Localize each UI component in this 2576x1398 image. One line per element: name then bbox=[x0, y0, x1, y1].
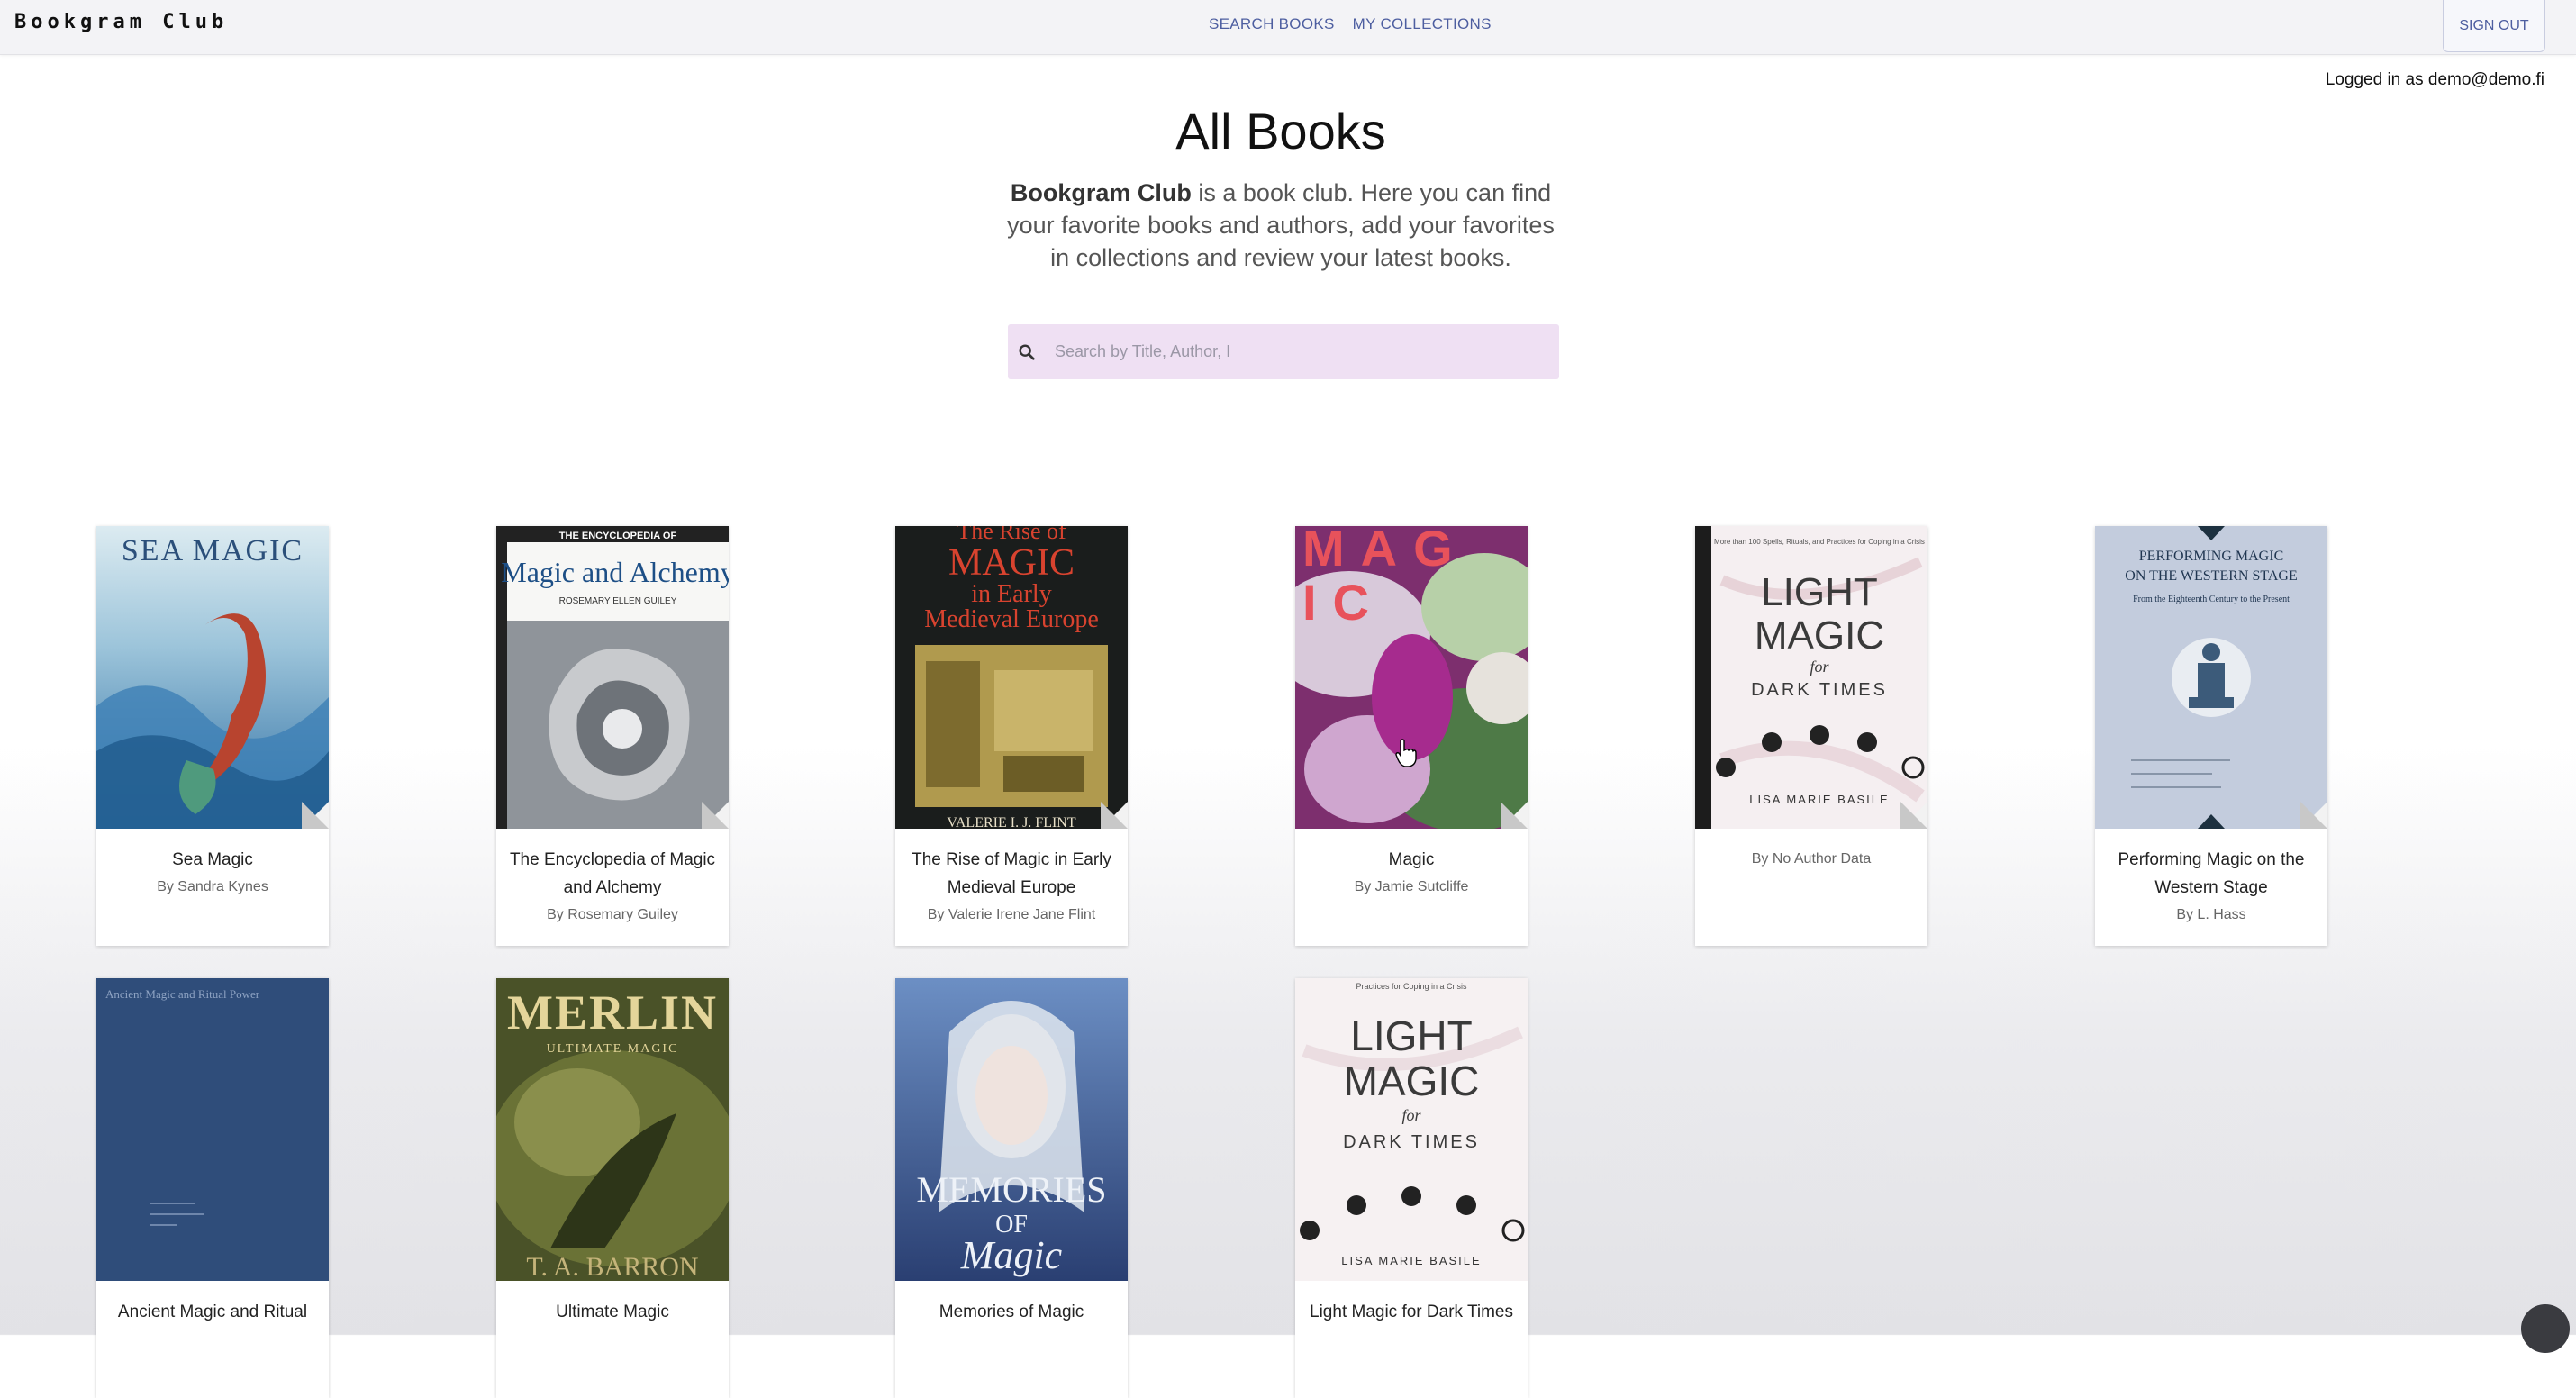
cover-title: MERLIN bbox=[507, 985, 718, 1039]
page-curl bbox=[302, 802, 329, 829]
cover-author: LISA MARIE BASILE bbox=[1749, 793, 1889, 806]
cover-top-text: Practices for Coping in a Crisis bbox=[1356, 982, 1467, 991]
book-author: By Jamie Sutcliffe bbox=[1354, 879, 1469, 894]
search-icon bbox=[1019, 343, 1035, 360]
cover-title-line2: IC bbox=[1302, 574, 1385, 631]
main-nav: SEARCH BOOKS MY COLLECTIONS bbox=[1209, 15, 1492, 33]
cover-title-line1: MAG bbox=[1302, 526, 1469, 576]
cover-author: T. A. BARRON bbox=[526, 1252, 698, 1281]
cover-title-line3: for bbox=[1401, 1106, 1421, 1124]
cover-author: LISA MARIE BASILE bbox=[1341, 1254, 1481, 1267]
book-card[interactable]: More than 100 Spells, Rituals, and Pract… bbox=[1695, 526, 1927, 946]
cover-title-line2: MAGIC bbox=[1344, 1058, 1480, 1104]
cover-top-text: THE ENCYCLOPEDIA OF bbox=[559, 531, 677, 541]
book-cover[interactable]: THE ENCYCLOPEDIA OF Magic and Alchemy RO… bbox=[496, 526, 729, 829]
cover-title-line3: for bbox=[1810, 658, 1829, 676]
book-card[interactable]: Practices for Coping in a Crisis LIGHT M… bbox=[1295, 978, 1528, 1398]
book-title: Ancient Magic and Ritual bbox=[117, 1303, 308, 1321]
nav-search-books[interactable]: SEARCH BOOKS bbox=[1209, 15, 1335, 33]
cover-title-line2: ON THE WESTERN STAGE bbox=[2125, 568, 2297, 584]
book-card[interactable]: PERFORMING MAGIC ON THE WESTERN STAGE Fr… bbox=[2095, 526, 2327, 946]
cover-title-line1: PERFORMING MAGIC bbox=[2139, 549, 2283, 564]
book-cover[interactable]: MEMORIES OF Magic bbox=[895, 978, 1128, 1281]
cover-title-line2: MAGIC bbox=[948, 542, 1075, 584]
book-info: The Encyclopedia of Magic and Alchemy By… bbox=[496, 829, 729, 946]
book-cover[interactable]: MERLIN ULTIMATE MAGIC T. A. BARRON bbox=[496, 978, 729, 1281]
book-title: Sea Magic bbox=[172, 850, 253, 869]
cover-top-text: More than 100 Spells, Rituals, and Pract… bbox=[1714, 538, 1925, 546]
book-author: By L. Hass bbox=[2176, 907, 2246, 922]
sign-out-button[interactable]: SIGN OUT bbox=[2443, 0, 2545, 52]
book-card[interactable]: The Rise of MAGIC in Early Medieval Euro… bbox=[895, 526, 1128, 946]
book-info: Performing Magic on the Western Stage By… bbox=[2095, 829, 2327, 946]
cover-title-line2: MAGIC bbox=[1755, 613, 1884, 658]
book-cover[interactable]: SEA MAGIC bbox=[96, 526, 329, 829]
cover-author: VALERIE I. J. FLINT bbox=[947, 815, 1075, 829]
search-input[interactable] bbox=[1053, 341, 1543, 362]
book-info: Light Magic for Dark Times bbox=[1295, 1281, 1528, 1398]
book-info: Magic By Jamie Sutcliffe bbox=[1295, 829, 1528, 946]
cover-title-line1: The Rise of bbox=[957, 526, 1066, 544]
book-cover[interactable]: Practices for Coping in a Crisis LIGHT M… bbox=[1295, 978, 1528, 1281]
book-title: Light Magic for Dark Times bbox=[1310, 1303, 1513, 1321]
search-bar[interactable] bbox=[1008, 324, 1559, 379]
cover-subtitle: ULTIMATE MAGIC bbox=[547, 1042, 679, 1056]
cover-title: Magic and Alchemy bbox=[501, 556, 729, 588]
cover-title-line4: Medieval Europe bbox=[924, 605, 1099, 633]
nav-my-collections[interactable]: MY COLLECTIONS bbox=[1353, 15, 1492, 33]
book-cover[interactable]: PERFORMING MAGIC ON THE WESTERN STAGE Fr… bbox=[2095, 526, 2327, 829]
page-curl bbox=[702, 802, 729, 829]
page-curl bbox=[1900, 802, 1927, 829]
page-curl bbox=[1101, 802, 1128, 829]
book-author: By Rosemary Guiley bbox=[547, 907, 678, 922]
top-bar: Bookgram Club SEARCH BOOKS MY COLLECTION… bbox=[0, 0, 2576, 55]
book-card[interactable]: MERLIN ULTIMATE MAGIC T. A. BARRON Ultim… bbox=[496, 978, 729, 1398]
book-info: By No Author Data bbox=[1695, 829, 1927, 946]
screen-capture-button[interactable] bbox=[2521, 1304, 2570, 1353]
book-info: Ultimate Magic bbox=[496, 1281, 729, 1398]
cover-title-line4: DARK TIMES bbox=[1343, 1132, 1480, 1152]
book-author: By No Author Data bbox=[1751, 851, 1872, 867]
cover-author: ROSEMARY ELLEN GUILEY bbox=[559, 596, 677, 606]
book-title: The Encyclopedia of Magic and Alchemy bbox=[509, 850, 716, 897]
book-info: Memories of Magic bbox=[895, 1281, 1128, 1398]
cover-title-line3: in Early bbox=[971, 580, 1051, 608]
cover-title-line1: LIGHT bbox=[1761, 570, 1878, 614]
book-cover[interactable]: The Rise of MAGIC in Early Medieval Euro… bbox=[895, 526, 1128, 829]
book-info: The Rise of Magic in Early Medieval Euro… bbox=[895, 829, 1128, 946]
page-title: All Books bbox=[1175, 103, 1386, 159]
book-card[interactable]: MAG IC Magic By Jamie Sutcliffe bbox=[1295, 526, 1528, 946]
book-title: Performing Magic on the Western Stage bbox=[2118, 850, 2305, 897]
brand-logo[interactable]: Bookgram Club bbox=[14, 11, 228, 33]
cover-title-line3: Magic bbox=[960, 1233, 1063, 1277]
book-title: Memories of Magic bbox=[939, 1303, 1084, 1321]
book-title: Ultimate Magic bbox=[556, 1303, 669, 1321]
book-card[interactable]: MEMORIES OF Magic Memories of Magic bbox=[895, 978, 1128, 1398]
book-title bbox=[1704, 829, 1918, 846]
book-card[interactable]: SEA MAGIC Sea Magic By Sandra Kynes bbox=[96, 526, 329, 946]
book-author: By Sandra Kynes bbox=[157, 879, 268, 894]
book-cover[interactable]: MAG IC bbox=[1295, 526, 1528, 829]
cover-title: SEA MAGIC bbox=[122, 534, 304, 567]
cover-title-line4: DARK TIMES bbox=[1751, 680, 1888, 700]
page-curl bbox=[1501, 802, 1528, 829]
book-title: The Rise of Magic in Early Medieval Euro… bbox=[912, 850, 1111, 897]
hand-cursor-icon bbox=[1395, 739, 1417, 767]
cover-title: Ancient Magic and Ritual Power bbox=[105, 987, 260, 1001]
book-cover[interactable]: More than 100 Spells, Rituals, and Pract… bbox=[1695, 526, 1927, 829]
book-card[interactable]: Ancient Magic and Ritual Power Ancient M… bbox=[96, 978, 329, 1398]
cover-title-line1: MEMORIES bbox=[916, 1169, 1106, 1210]
book-cover[interactable]: Ancient Magic and Ritual Power bbox=[96, 978, 329, 1281]
intro-text: Bookgram Club is a book club. Here you c… bbox=[1000, 177, 1562, 274]
book-title: Magic bbox=[1388, 850, 1435, 869]
book-info: Ancient Magic and Ritual bbox=[96, 1281, 329, 1398]
cover-subtitle: From the Eighteenth Century to the Prese… bbox=[2133, 595, 2290, 604]
book-card[interactable]: THE ENCYCLOPEDIA OF Magic and Alchemy RO… bbox=[496, 526, 729, 946]
book-info: Sea Magic By Sandra Kynes bbox=[96, 829, 329, 946]
page-curl bbox=[2300, 802, 2327, 829]
logged-in-status: Logged in as demo@demo.fi bbox=[2325, 70, 2544, 89]
book-author: By Valerie Irene Jane Flint bbox=[927, 907, 1096, 922]
cover-title-line1: LIGHT bbox=[1350, 1012, 1472, 1059]
intro-brand: Bookgram Club bbox=[1010, 179, 1192, 206]
